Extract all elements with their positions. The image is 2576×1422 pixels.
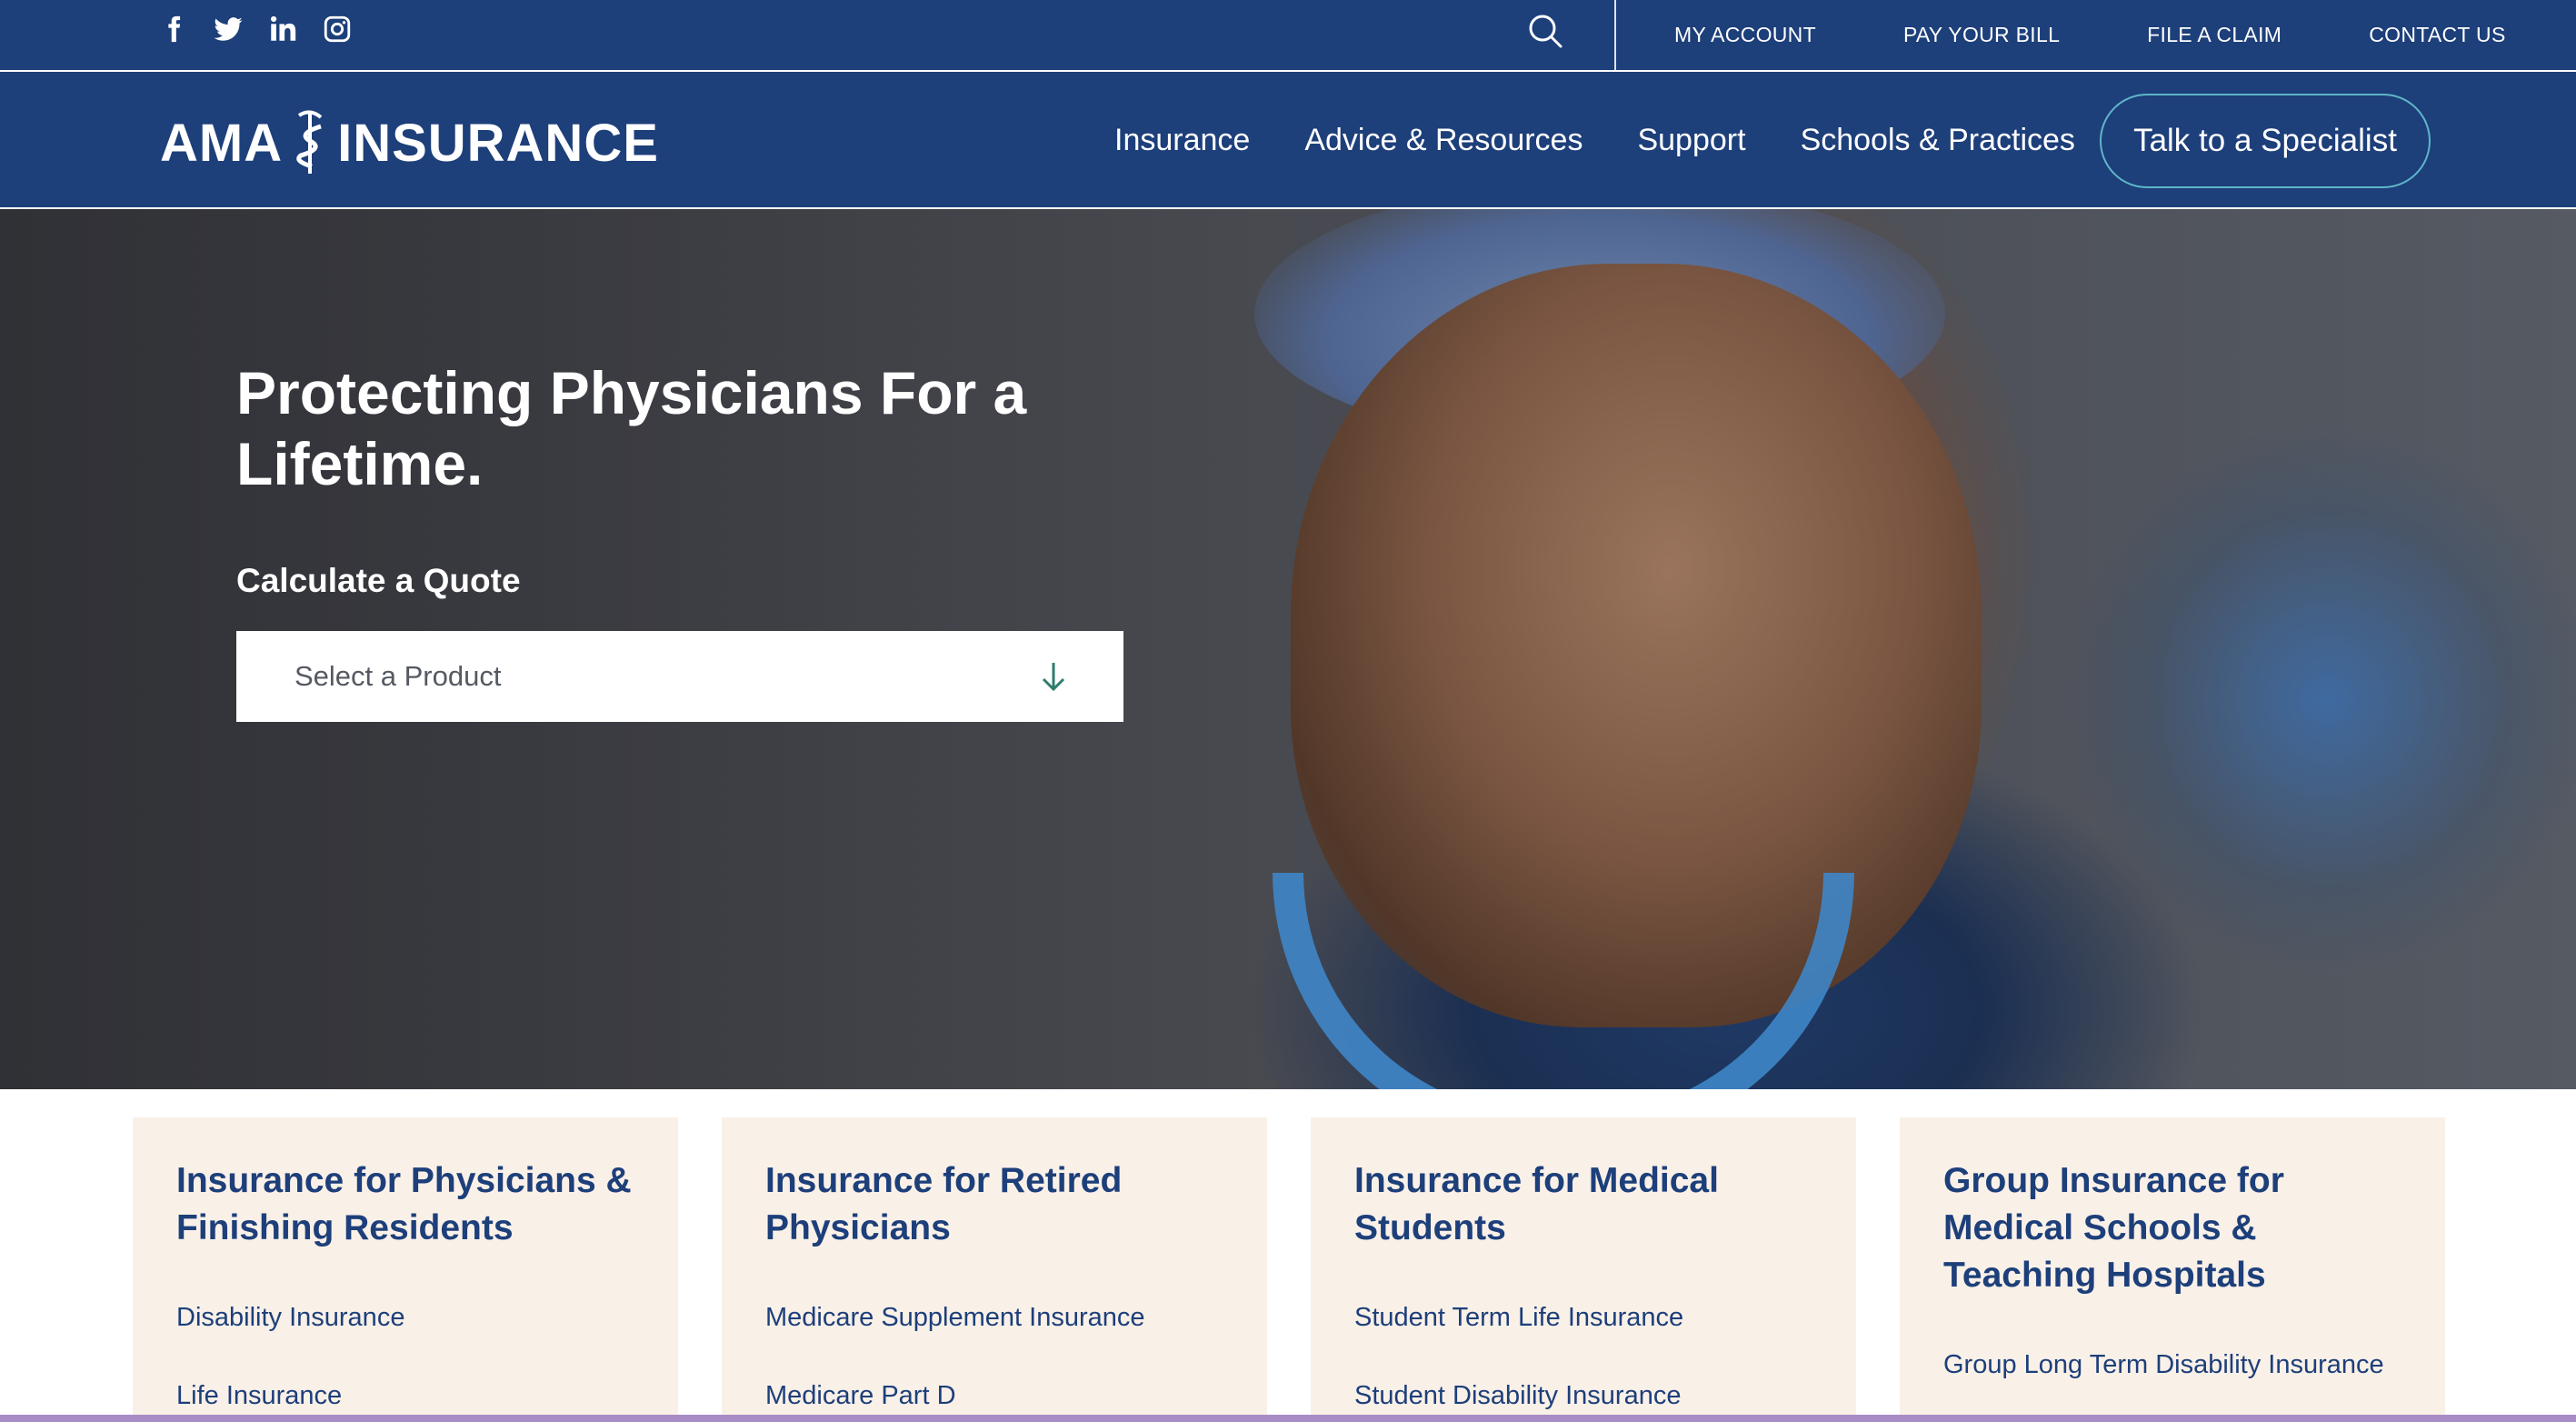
my-account-link[interactable]: MY ACCOUNT — [1674, 23, 1816, 47]
hero-photo-stethoscope — [1273, 873, 1854, 1089]
card-group-insurance: Group Insurance for Medical Schools & Te… — [1900, 1117, 2445, 1422]
nav-item-support[interactable]: Support — [1637, 123, 1745, 158]
talk-to-specialist-button[interactable]: Talk to a Specialist — [2100, 94, 2431, 188]
product-select-dropdown[interactable]: Select a Product — [236, 631, 1123, 722]
card-retired-physicians: Insurance for Retired Physicians Medicar… — [722, 1117, 1267, 1422]
card-physicians: Insurance for Physicians & Finishing Res… — [133, 1117, 678, 1422]
main-navigation: AMA INSURANCE Insurance Advice & Resourc… — [0, 72, 2576, 209]
pay-your-bill-link[interactable]: PAY YOUR BILL — [1903, 23, 2060, 47]
card-link-student-disability[interactable]: Student Disability Insurance — [1354, 1381, 1681, 1411]
contact-us-link[interactable]: CONTACT US — [2369, 23, 2505, 47]
card-title: Insurance for Medical Students — [1354, 1161, 1719, 1247]
nav-item-schools-practices[interactable]: Schools & Practices — [1801, 123, 2075, 158]
caduceus-icon — [296, 110, 323, 174]
nav-item-insurance[interactable]: Insurance — [1114, 123, 1250, 158]
card-title: Group Insurance for Medical Schools & Te… — [1943, 1161, 2284, 1295]
twitter-icon[interactable] — [211, 11, 245, 47]
utility-bar: MY ACCOUNT PAY YOUR BILL FILE A CLAIM CO… — [0, 0, 2576, 72]
calculate-quote-label: Calculate a Quote — [236, 562, 521, 599]
card-link-medicare-supplement[interactable]: Medicare Supplement Insurance — [765, 1303, 1145, 1333]
logo-text-insurance: INSURANCE — [337, 113, 659, 173]
card-medical-students: Insurance for Medical Students Student T… — [1311, 1117, 1856, 1422]
file-a-claim-link[interactable]: FILE A CLAIM — [2147, 23, 2281, 47]
linkedin-icon[interactable] — [265, 11, 300, 47]
social-links — [156, 11, 354, 47]
utility-divider — [1614, 0, 1616, 72]
card-link-student-term-life[interactable]: Student Term Life Insurance — [1354, 1303, 1683, 1333]
hero-banner: Protecting Physicians For a Lifetime. Ca… — [0, 209, 2576, 1089]
nav-item-advice-resources[interactable]: Advice & Resources — [1304, 123, 1583, 158]
card-link-group-ltd[interactable]: Group Long Term Disability Insurance — [1943, 1350, 2384, 1380]
arrow-down-icon — [1042, 663, 1065, 692]
instagram-icon[interactable] — [320, 11, 354, 47]
utility-links: MY ACCOUNT PAY YOUR BILL FILE A CLAIM CO… — [1674, 0, 2506, 70]
facebook-icon[interactable] — [156, 11, 191, 47]
card-link-life-insurance[interactable]: Life Insurance — [176, 1381, 342, 1411]
primary-nav: Insurance Advice & Resources Support Sch… — [1114, 72, 2075, 209]
search-icon[interactable] — [1525, 11, 1569, 55]
card-title: Insurance for Retired Physicians — [765, 1161, 1123, 1247]
card-link-medicare-part-d[interactable]: Medicare Part D — [765, 1381, 956, 1411]
hero-title: Protecting Physicians For a Lifetime. — [236, 359, 1027, 497]
audience-cards: Insurance for Physicians & Finishing Res… — [133, 1117, 2445, 1422]
ama-insurance-logo[interactable]: AMA INSURANCE — [160, 108, 659, 177]
card-title: Insurance for Physicians & Finishing Res… — [176, 1161, 632, 1247]
card-link-disability-insurance[interactable]: Disability Insurance — [176, 1303, 404, 1333]
bottom-accent-strip — [0, 1415, 2576, 1422]
logo-text-ama: AMA — [160, 113, 284, 173]
product-select-value: Select a Product — [295, 660, 502, 692]
